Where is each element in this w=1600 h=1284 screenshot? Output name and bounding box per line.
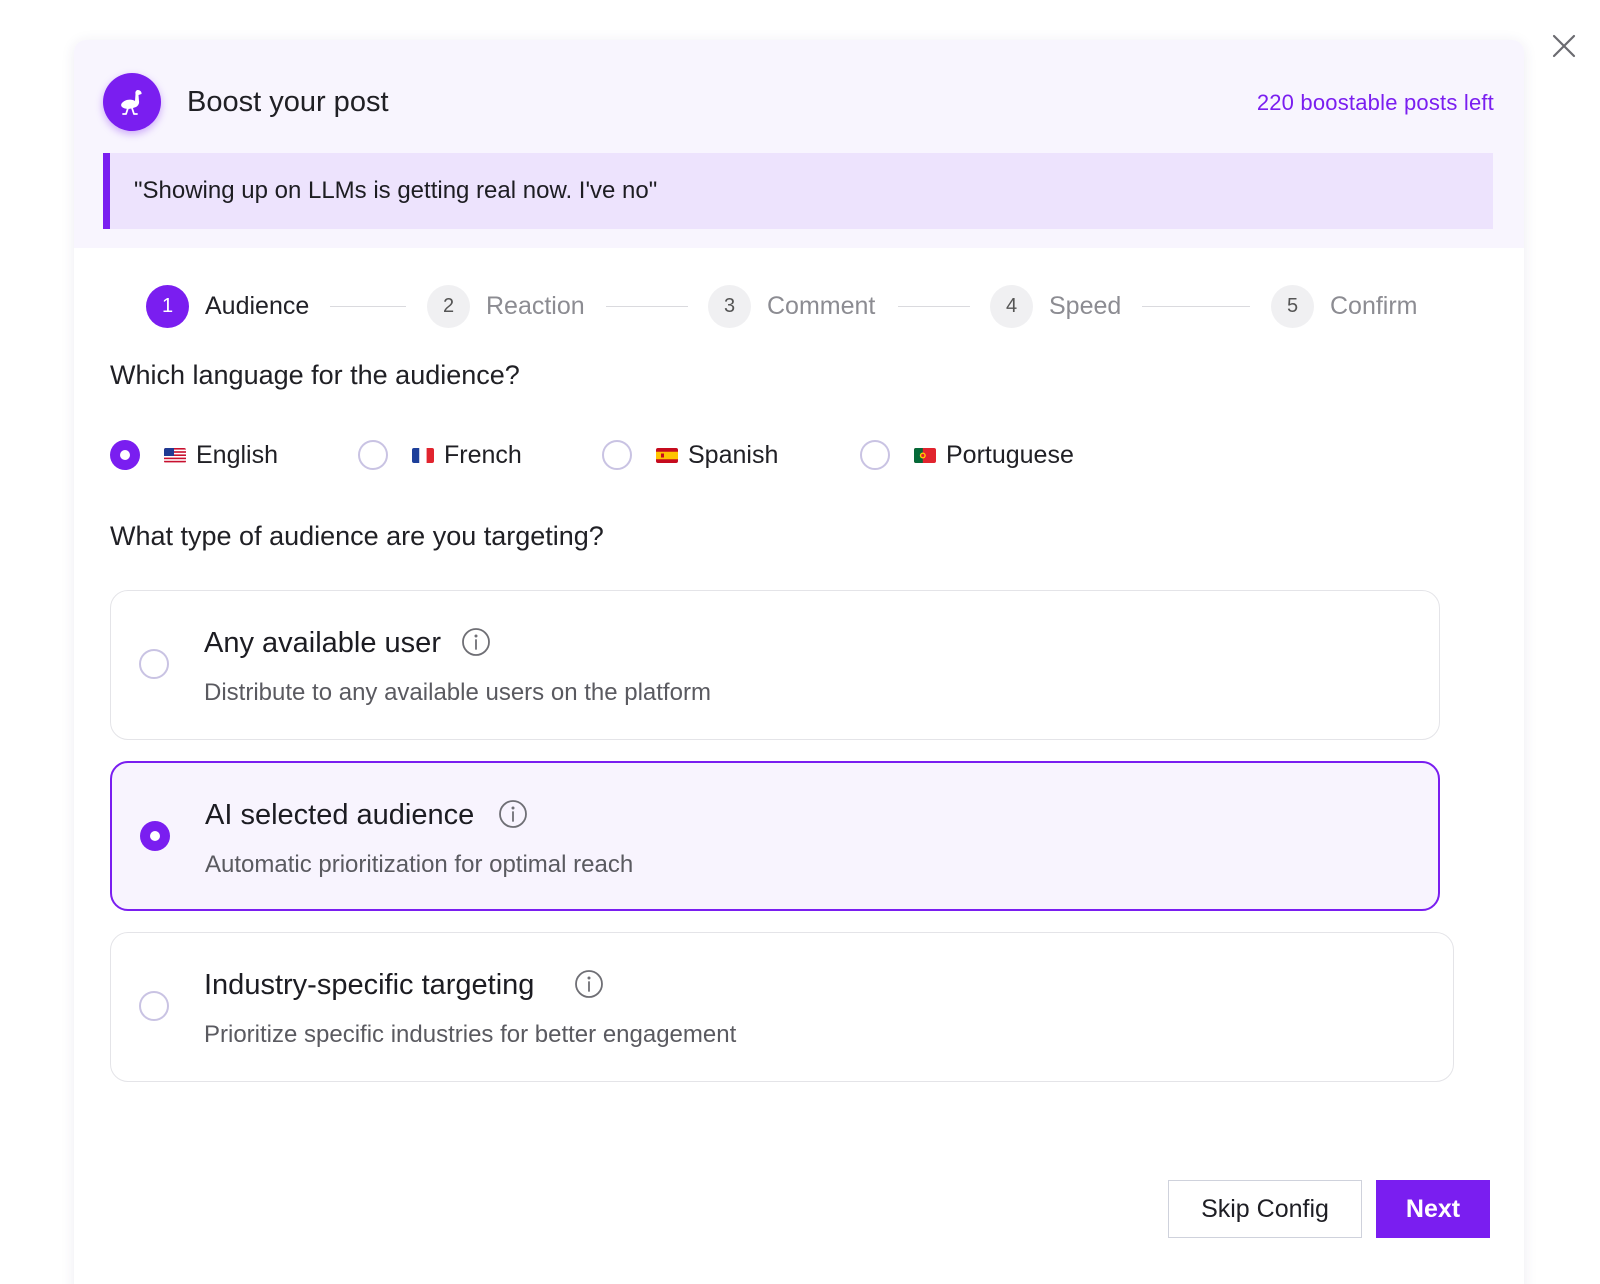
- post-quote: "Showing up on LLMs is getting real now.…: [103, 153, 1493, 229]
- us-flag-icon: [164, 447, 186, 463]
- step-connector: [898, 306, 970, 307]
- option-description: Prioritize specific industries for bette…: [204, 1021, 737, 1048]
- language-option-portuguese[interactable]: Portuguese: [860, 435, 1074, 475]
- pt-flag-icon: [914, 447, 936, 463]
- info-icon[interactable]: [574, 969, 604, 999]
- step-label: Reaction: [486, 291, 585, 320]
- step-number: 2: [427, 284, 470, 328]
- step-number: 1: [146, 284, 189, 328]
- boostable-posts-count: 220 boostable posts left: [1256, 90, 1494, 115]
- language-option-french[interactable]: French: [358, 435, 522, 475]
- language-question: Which language for the audience?: [110, 360, 520, 390]
- ostrich-logo-icon: [121, 90, 142, 115]
- step-comment[interactable]: 3 Comment: [708, 284, 875, 328]
- fr-flag-icon: [412, 447, 434, 463]
- step-label: Speed: [1049, 291, 1122, 320]
- step-number: 4: [990, 284, 1033, 328]
- language-label: French: [444, 440, 522, 469]
- language-option-spanish[interactable]: Spanish: [602, 435, 778, 475]
- language-option-english[interactable]: English: [110, 435, 278, 475]
- boost-post-modal: Boost your post 220 boostable posts left…: [74, 40, 1524, 1284]
- step-speed[interactable]: 4 Speed: [990, 284, 1121, 328]
- stepper: 1 Audience 2 Reaction 3 Comment 4 Speed …: [146, 284, 1456, 328]
- language-label: Portuguese: [946, 440, 1074, 469]
- info-icon[interactable]: [498, 799, 528, 829]
- brand-avatar: [103, 73, 161, 131]
- radio-any-user[interactable]: [139, 649, 169, 679]
- option-title: Any available user: [204, 627, 441, 659]
- step-connector: [330, 306, 406, 307]
- language-label: Spanish: [688, 440, 779, 469]
- next-button[interactable]: Next: [1376, 1180, 1490, 1238]
- audience-option-any-user[interactable]: Any available user Distribute to any ava…: [110, 590, 1440, 740]
- radio-english[interactable]: [110, 440, 140, 470]
- step-connector: [1142, 306, 1250, 307]
- modal-title: Boost your post: [187, 86, 389, 118]
- step-confirm[interactable]: 5 Confirm: [1271, 284, 1418, 328]
- step-label: Confirm: [1330, 291, 1418, 320]
- step-audience[interactable]: 1 Audience: [146, 284, 309, 328]
- radio-ai-selected[interactable]: [140, 821, 170, 851]
- option-description: Distribute to any available users on the…: [204, 679, 711, 706]
- language-options: English French Spanish Portuguese: [110, 435, 1210, 475]
- audience-type-question: What type of audience are you targeting?: [110, 521, 604, 551]
- option-description: Automatic prioritization for optimal rea…: [205, 851, 634, 878]
- modal-header: Boost your post 220 boostable posts left…: [74, 40, 1524, 248]
- close-button[interactable]: [1546, 28, 1582, 64]
- radio-industry[interactable]: [139, 991, 169, 1021]
- audience-option-ai-selected[interactable]: AI selected audience Automatic prioritiz…: [110, 761, 1440, 911]
- language-label: English: [196, 440, 278, 469]
- radio-portuguese[interactable]: [860, 440, 890, 470]
- step-number: 5: [1271, 284, 1314, 328]
- skip-config-button[interactable]: Skip Config: [1168, 1180, 1362, 1238]
- close-icon: [1552, 34, 1576, 58]
- es-flag-icon: [656, 447, 678, 463]
- option-title: AI selected audience: [205, 799, 475, 831]
- post-quote-text: "Showing up on LLMs is getting real now.…: [134, 177, 658, 204]
- step-reaction[interactable]: 2 Reaction: [427, 284, 585, 328]
- audience-option-industry[interactable]: Industry-specific targeting Prioritize s…: [110, 932, 1454, 1082]
- step-label: Audience: [205, 291, 310, 320]
- step-connector: [606, 306, 688, 307]
- step-label: Comment: [767, 291, 876, 320]
- step-number: 3: [708, 284, 751, 328]
- option-title: Industry-specific targeting: [204, 969, 535, 1001]
- radio-spanish[interactable]: [602, 440, 632, 470]
- radio-french[interactable]: [358, 440, 388, 470]
- info-icon[interactable]: [461, 627, 491, 657]
